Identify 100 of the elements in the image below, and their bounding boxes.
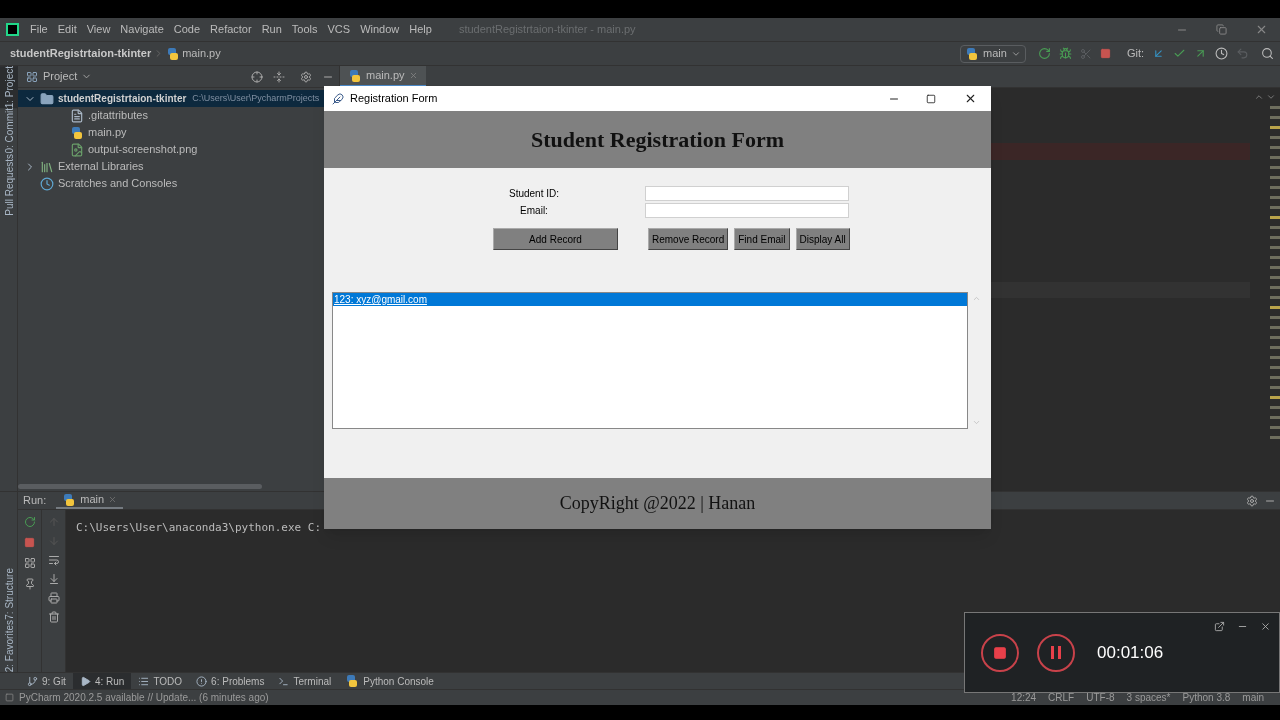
tool-window-tab[interactable]: 2: Favorites bbox=[0, 619, 18, 672]
tree-item[interactable]: main.py bbox=[18, 124, 339, 141]
library-icon bbox=[40, 159, 54, 174]
rerun-icon[interactable] bbox=[1037, 47, 1051, 60]
python-icon bbox=[70, 125, 84, 140]
tree-label: studentRegistrtaion-tkinter bbox=[58, 92, 187, 106]
push-icon[interactable] bbox=[1194, 47, 1207, 60]
menu-item[interactable]: Window bbox=[355, 21, 405, 38]
trash-icon[interactable] bbox=[47, 611, 60, 623]
pause-icon bbox=[1051, 646, 1061, 659]
menu-item[interactable]: Refactor bbox=[205, 21, 257, 38]
form-button[interactable]: Find Email bbox=[734, 228, 790, 250]
console-output: C:\Users\User\anaconda3\python.exe C: bbox=[76, 521, 322, 534]
collapse-icon[interactable] bbox=[273, 70, 285, 83]
commit-icon[interactable] bbox=[1173, 47, 1186, 60]
stop-icon[interactable] bbox=[1099, 48, 1111, 59]
rerun-icon[interactable] bbox=[23, 516, 36, 528]
history-icon[interactable] bbox=[1215, 47, 1228, 60]
pin-icon[interactable] bbox=[23, 578, 36, 590]
menu-item[interactable]: VCS bbox=[322, 21, 356, 38]
panel-title[interactable]: Project bbox=[43, 68, 78, 85]
run-config-selector[interactable]: main bbox=[960, 44, 1026, 63]
tool-window-tab[interactable]: 4: Run bbox=[72, 673, 132, 689]
menu-item[interactable]: Help bbox=[404, 21, 437, 38]
tool-window-tab[interactable]: 1: Project bbox=[0, 66, 18, 109]
tool-window-tab[interactable]: 6: Problems bbox=[189, 673, 272, 689]
status-icon[interactable] bbox=[5, 693, 14, 702]
tool-window-tab[interactable]: 9: Git bbox=[20, 673, 73, 689]
stop-icon bbox=[993, 645, 1007, 660]
tree-item[interactable]: External Libraries bbox=[18, 158, 339, 175]
search-icon[interactable] bbox=[1261, 47, 1274, 60]
wrap-icon[interactable] bbox=[47, 554, 60, 566]
feather-icon bbox=[332, 92, 344, 105]
text-field[interactable] bbox=[645, 203, 849, 218]
stop-recording-button[interactable] bbox=[981, 633, 1019, 672]
next-icon[interactable] bbox=[1266, 92, 1276, 102]
record-list[interactable]: 123: xyz@gmail.com bbox=[332, 292, 968, 429]
debug-icon[interactable] bbox=[1058, 47, 1072, 60]
tool-window-tab[interactable]: Pull Requests bbox=[0, 153, 18, 216]
vcs-label: Git: bbox=[1126, 46, 1144, 62]
tool-window-tab[interactable]: 0: Commit bbox=[0, 108, 18, 154]
status-item[interactable]: 12:24 bbox=[1011, 690, 1037, 705]
editor-tab[interactable]: main.py bbox=[340, 66, 426, 87]
close-tab-icon[interactable] bbox=[408, 71, 418, 80]
window-title: Registration Form bbox=[350, 91, 438, 107]
form-button[interactable]: Remove Record bbox=[648, 228, 729, 250]
folder-icon bbox=[40, 91, 54, 106]
tool-window-tab[interactable]: TODO bbox=[131, 673, 190, 689]
scrollbar[interactable] bbox=[18, 483, 262, 489]
list-item[interactable]: 123: xyz@gmail.com bbox=[333, 293, 967, 306]
menu-item[interactable]: Navigate bbox=[115, 21, 169, 38]
scroll-end-icon[interactable] bbox=[47, 573, 60, 585]
menu-item[interactable]: Tools bbox=[286, 21, 323, 38]
branch-icon bbox=[27, 675, 38, 687]
rollback-icon[interactable] bbox=[1236, 47, 1249, 60]
tool-window-tab[interactable]: 7: Structure bbox=[0, 568, 18, 620]
menu-item[interactable]: Edit bbox=[52, 21, 82, 38]
tool-window-tab[interactable]: Terminal bbox=[271, 673, 339, 689]
menu-item[interactable]: Code bbox=[168, 21, 206, 38]
status-item[interactable]: 3 spaces* bbox=[1126, 690, 1171, 705]
layout-icon[interactable] bbox=[23, 557, 36, 569]
form-button[interactable]: Add Record bbox=[493, 228, 618, 250]
close-tab-icon[interactable] bbox=[108, 495, 118, 504]
settings-icon[interactable] bbox=[1246, 494, 1258, 507]
form-heading: Student Registration Form bbox=[531, 126, 784, 154]
tree-item[interactable]: Scratches and Consoles bbox=[18, 175, 339, 192]
tree-item[interactable]: .gitattributes bbox=[18, 107, 339, 124]
list-icon bbox=[138, 675, 150, 687]
status-item[interactable]: CRLF bbox=[1048, 690, 1075, 705]
print-icon[interactable] bbox=[47, 592, 60, 604]
tree-item[interactable]: output-screenshot.png bbox=[18, 141, 339, 158]
tree-label: main.py bbox=[88, 125, 127, 141]
field-label: Student ID: bbox=[508, 187, 560, 201]
tree-label: External Libraries bbox=[58, 159, 144, 175]
tool-window-tab[interactable]: Python Console bbox=[338, 673, 441, 689]
tree-label: .gitattributes bbox=[88, 108, 148, 124]
menu-item[interactable]: Run bbox=[256, 21, 287, 38]
settings-icon[interactable] bbox=[300, 70, 312, 83]
previous-icon[interactable] bbox=[1254, 92, 1264, 102]
image-file-icon bbox=[70, 142, 84, 157]
breadcrumb[interactable]: main.py bbox=[182, 45, 221, 62]
run-icon bbox=[79, 675, 91, 687]
stop-icon[interactable] bbox=[24, 537, 35, 548]
pause-button[interactable] bbox=[1037, 633, 1075, 672]
locate-icon[interactable] bbox=[251, 70, 263, 83]
maximize-icon[interactable] bbox=[926, 93, 936, 104]
text-field[interactable] bbox=[645, 186, 849, 201]
menu-item[interactable]: File bbox=[25, 21, 53, 38]
status-item[interactable]: UTF-8 bbox=[1086, 690, 1115, 705]
close-icon[interactable] bbox=[964, 92, 977, 105]
status-item[interactable]: Python 3.8 bbox=[1182, 690, 1231, 705]
update-icon[interactable] bbox=[1152, 47, 1165, 60]
close-icon[interactable] bbox=[1260, 621, 1271, 632]
status-message[interactable]: PyCharm 2020.2.5 available // Update... (6 minutes ago) bbox=[19, 690, 269, 705]
popout-icon[interactable] bbox=[1214, 621, 1225, 632]
breadcrumb[interactable]: studentRegistrtaion-tkinter bbox=[10, 45, 152, 62]
status-item[interactable]: main bbox=[1242, 690, 1264, 705]
restore-icon[interactable] bbox=[1216, 24, 1227, 35]
form-button[interactable]: Display All bbox=[795, 228, 850, 250]
menu-item[interactable]: View bbox=[81, 21, 116, 38]
